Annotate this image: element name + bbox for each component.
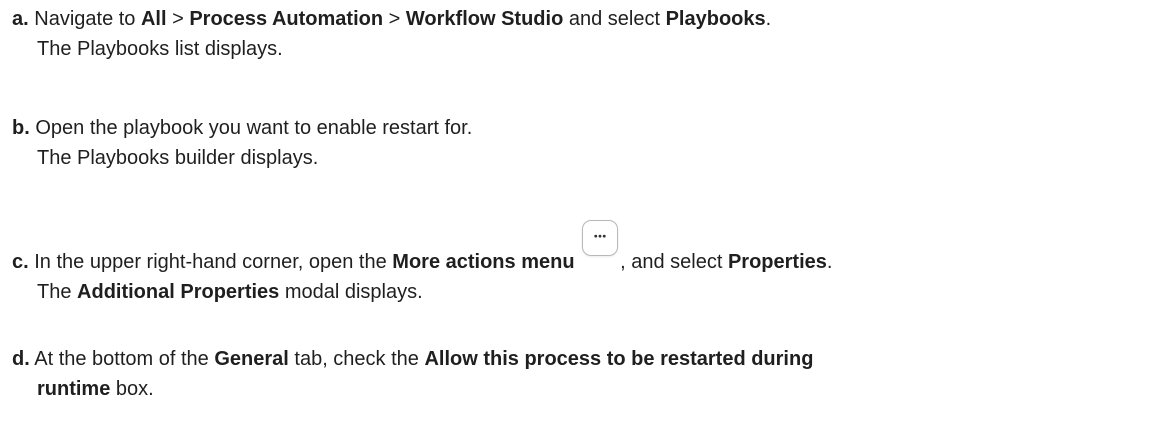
allow-restart-label-line2: runtime	[37, 378, 111, 400]
general-tab-label: General	[214, 348, 289, 370]
step-c-text-1: In the upper right-hand corner, open the	[34, 251, 393, 273]
additional-properties-label: Additional Properties	[77, 281, 280, 303]
step-b: b. Open the playbook you want to enable …	[12, 113, 1151, 173]
step-c-period: .	[826, 251, 833, 273]
properties-label: Properties	[727, 251, 827, 273]
nav-playbooks-label: Playbooks	[665, 8, 766, 30]
step-a-text-1: Navigate to	[34, 8, 141, 30]
step-d-text-1: At the bottom of the	[34, 348, 215, 370]
more-actions-button[interactable]	[582, 220, 619, 256]
step-d-continuation: runtime box.	[12, 374, 1151, 404]
step-d-letter: d.	[12, 348, 30, 370]
step-c-result-prefix: The	[37, 281, 78, 303]
step-a-sep-2: >	[383, 8, 406, 30]
step-c-letter: c.	[12, 251, 29, 273]
step-c-text-2: , and select	[620, 251, 728, 273]
step-c-result-suffix: modal displays.	[279, 281, 423, 303]
step-b-result: The Playbooks builder displays.	[37, 147, 319, 169]
step-a-sep-1: >	[166, 8, 190, 30]
step-a-text-2: and select	[563, 8, 666, 30]
allow-restart-label-line1: Allow this process to be restarted durin…	[424, 348, 814, 370]
more-actions-menu-label: More actions menu	[392, 251, 575, 273]
step-b-instruction: b. Open the playbook you want to enable …	[12, 113, 1151, 143]
step-d-instruction: d. At the bottom of the General tab, che…	[12, 344, 1151, 374]
step-c-result: The Additional Properties modal displays…	[12, 277, 1151, 307]
step-d-text-2: tab, check the	[288, 348, 425, 370]
step-d: d. At the bottom of the General tab, che…	[12, 344, 1151, 404]
step-a-result: The Playbooks list displays.	[37, 38, 283, 60]
nav-process-automation-label: Process Automation	[189, 8, 384, 30]
step-c-instruction: c. In the upper right-hand corner, open …	[12, 220, 1151, 277]
step-b-text: Open the playbook you want to enable res…	[35, 117, 473, 139]
ellipsis-icon	[594, 234, 606, 238]
step-c: c. In the upper right-hand corner, open …	[12, 220, 1151, 307]
step-a-period: .	[765, 8, 772, 30]
nav-all-label: All	[140, 8, 167, 30]
step-a-instruction: a. Navigate to All > Process Automation …	[12, 4, 1151, 34]
nav-workflow-studio-label: Workflow Studio	[405, 8, 564, 30]
step-d-text-3: box.	[110, 378, 154, 400]
step-a-letter: a.	[12, 8, 29, 30]
step-a: a. Navigate to All > Process Automation …	[12, 4, 1151, 64]
step-b-letter: b.	[12, 117, 30, 139]
